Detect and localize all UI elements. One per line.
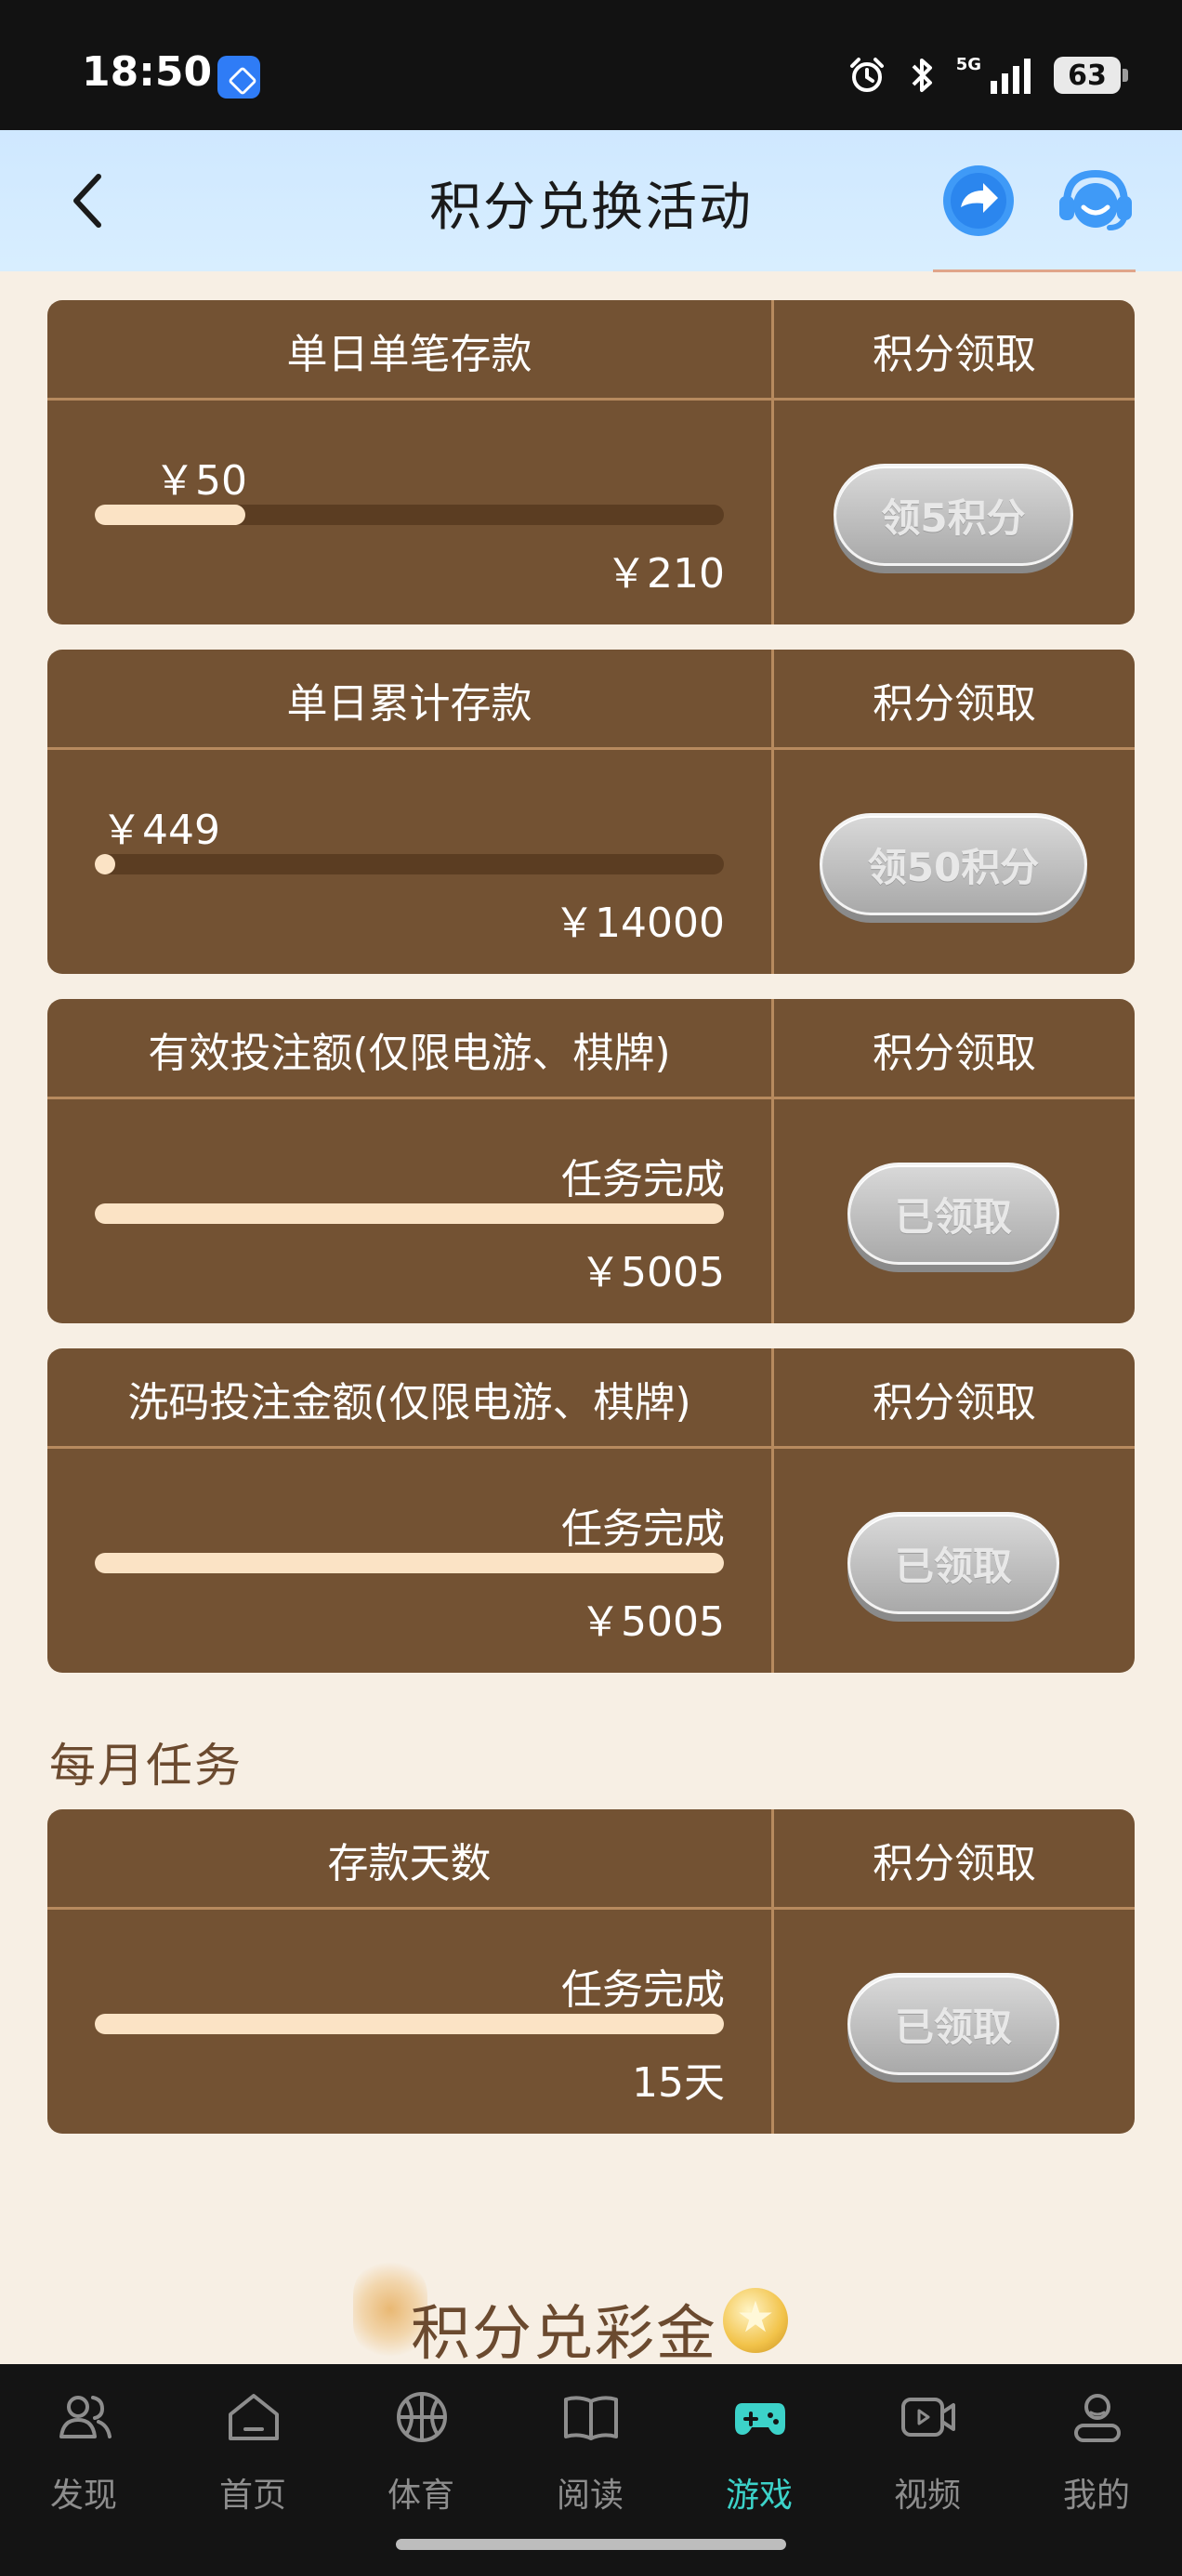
progress-bar [95, 854, 724, 874]
battery-level: 63 [1068, 59, 1107, 92]
task-card-deposit-days: 存款天数 积分领取 任务完成 15天 已领取 [47, 1809, 1135, 2134]
tab-label: 阅读 [556, 2477, 624, 2515]
claim-points-button[interactable]: 领50积分 [820, 813, 1087, 915]
task-title: 有效投注额(仅限电游、棋牌) [148, 1030, 671, 1077]
battery-icon: 63 [1054, 57, 1128, 94]
progress-target: ￥210 [606, 550, 725, 598]
gamepad-icon [735, 2403, 785, 2435]
status-icons: 5G 63 [847, 52, 1128, 99]
tab-label: 我的 [1062, 2477, 1130, 2515]
banner-title: 积分兑彩金 [411, 2300, 717, 2369]
tab-label: 体育 [387, 2477, 454, 2515]
task-title: 单日累计存款 [286, 680, 532, 728]
claimed-button[interactable]: 已领取 [847, 1512, 1059, 1614]
customer-service-icon[interactable] [1054, 163, 1137, 239]
tab-games[interactable]: 游戏 [690, 2388, 829, 2528]
claim-column-title: 积分领取 [873, 1840, 1036, 1887]
task-title: 存款天数 [327, 1840, 492, 1887]
bluetooth-icon [912, 59, 932, 92]
progress-current: ￥449 [101, 807, 220, 854]
progress-status: 任务完成 [561, 1156, 725, 1203]
claim-column-title: 积分领取 [873, 1030, 1036, 1077]
progress-status: 任务完成 [561, 1505, 725, 1553]
share-icon[interactable] [940, 163, 1017, 239]
claim-column-title: 积分领取 [873, 1379, 1036, 1426]
tab-label: 视频 [893, 2477, 961, 2515]
tab-video[interactable]: 视频 [858, 2388, 997, 2528]
basketball-icon [397, 2392, 447, 2442]
tab-me[interactable]: 我的 [1027, 2388, 1166, 2528]
progress-target: 15天 [632, 2059, 725, 2107]
star-coin-icon [723, 2288, 788, 2353]
tab-label: 首页 [218, 2477, 286, 2515]
section-title-monthly: 每月任务 [49, 1739, 243, 1793]
app-notification-icon [217, 56, 260, 99]
network-type: 5G [955, 54, 981, 74]
progress-bar [95, 505, 724, 525]
nav-underline [933, 269, 1136, 272]
progress-bar [95, 2014, 724, 2034]
alarm-icon [849, 58, 884, 92]
book-icon [564, 2396, 618, 2440]
claim-points-button[interactable]: 领5积分 [834, 464, 1073, 566]
claimed-button[interactable]: 已领取 [847, 1973, 1059, 2075]
progress-bar [95, 1553, 724, 1573]
task-card-valid-bet: 有效投注额(仅限电游、棋牌) 积分领取 任务完成 ￥5005 已领取 [47, 999, 1135, 1323]
status-bar: 18:50 5G 63 [0, 0, 1182, 130]
nav-bar: 积分兑换活动 [0, 130, 1182, 272]
video-icon [901, 2398, 955, 2437]
progress-status: 任务完成 [561, 1966, 725, 2014]
signal-icon [991, 59, 1031, 94]
tab-label: 游戏 [725, 2477, 793, 2515]
progress-target: ￥5005 [580, 1249, 725, 1296]
status-time: 18:50 [82, 48, 213, 96]
claimed-button[interactable]: 已领取 [847, 1163, 1059, 1265]
tab-discover[interactable]: 发现 [14, 2388, 153, 2528]
task-title: 单日单笔存款 [286, 331, 532, 378]
progress-target: ￥14000 [554, 900, 725, 947]
points-exchange-banner[interactable]: 积分兑彩金 [353, 2249, 818, 2369]
progress-current: ￥50 [154, 457, 247, 505]
task-card-rebate-bet: 洗码投注金额(仅限电游、棋牌) 积分领取 任务完成 ￥5005 已领取 [47, 1348, 1135, 1673]
claim-column-title: 积分领取 [873, 680, 1036, 728]
progress-target: ￥5005 [580, 1598, 725, 1646]
tab-home[interactable]: 首页 [183, 2388, 322, 2528]
profile-icon [1074, 2394, 1121, 2442]
tab-sports[interactable]: 体育 [351, 2388, 491, 2528]
task-card-single-deposit: 单日单笔存款 积分领取 ￥50 ￥210 领5积分 [47, 300, 1135, 624]
tab-label: 发现 [49, 2477, 117, 2515]
home-indicator [396, 2539, 786, 2550]
task-card-cumulative-deposit: 单日累计存款 积分领取 ￥449 ￥14000 领50积分 [47, 650, 1135, 974]
claim-column-title: 积分领取 [873, 331, 1036, 378]
progress-bar [95, 1203, 724, 1224]
tab-reading[interactable]: 阅读 [520, 2388, 660, 2528]
task-title: 洗码投注金额(仅限电游、棋牌) [127, 1379, 691, 1426]
home-icon [229, 2394, 279, 2440]
users-icon [59, 2396, 112, 2438]
